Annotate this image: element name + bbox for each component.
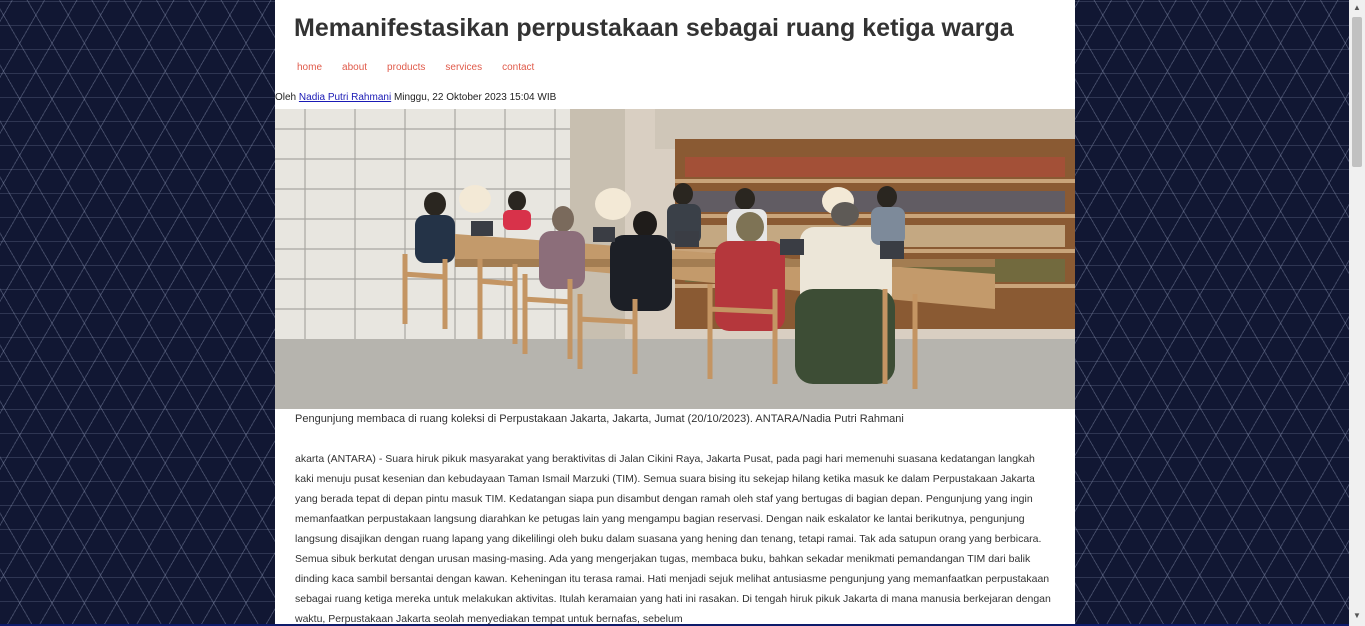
nav-contact-link[interactable]: contact (502, 62, 534, 73)
article-paragraph: akarta (ANTARA) - Suara hiruk pikuk masy… (295, 453, 1051, 625)
library-reading-room-image (275, 109, 1075, 409)
scroll-down-arrow-icon[interactable]: ▼ (1349, 608, 1365, 624)
vertical-scrollbar[interactable]: ▲ ▼ (1349, 0, 1365, 626)
nav-products-link[interactable]: products (387, 62, 425, 73)
article-body: akarta (ANTARA) - Suara hiruk pikuk masy… (295, 449, 1055, 626)
article-title: Memanifestasikan perpustakaan sebagai ru… (294, 14, 1014, 42)
nav-services-link[interactable]: services (445, 62, 482, 73)
byline-prefix: Oleh (275, 92, 297, 103)
nav-about-link[interactable]: about (342, 62, 367, 73)
nav-home-link[interactable]: home (297, 62, 322, 73)
article-page: Memanifestasikan perpustakaan sebagai ru… (275, 0, 1075, 626)
scroll-up-arrow-icon[interactable]: ▲ (1349, 0, 1365, 16)
publish-date: Minggu, 22 Oktober 2023 15:04 WIB (393, 92, 557, 103)
author-link[interactable]: Nadia Putri Rahmani (299, 92, 391, 103)
photo-caption: Pengunjung membaca di ruang koleksi di P… (295, 413, 904, 425)
article-photo (275, 109, 1075, 409)
top-navigation: home about products services contact (297, 62, 554, 73)
byline: Oleh Nadia Putri Rahmani Minggu, 22 Okto… (275, 92, 556, 103)
scrollbar-thumb[interactable] (1352, 17, 1362, 167)
